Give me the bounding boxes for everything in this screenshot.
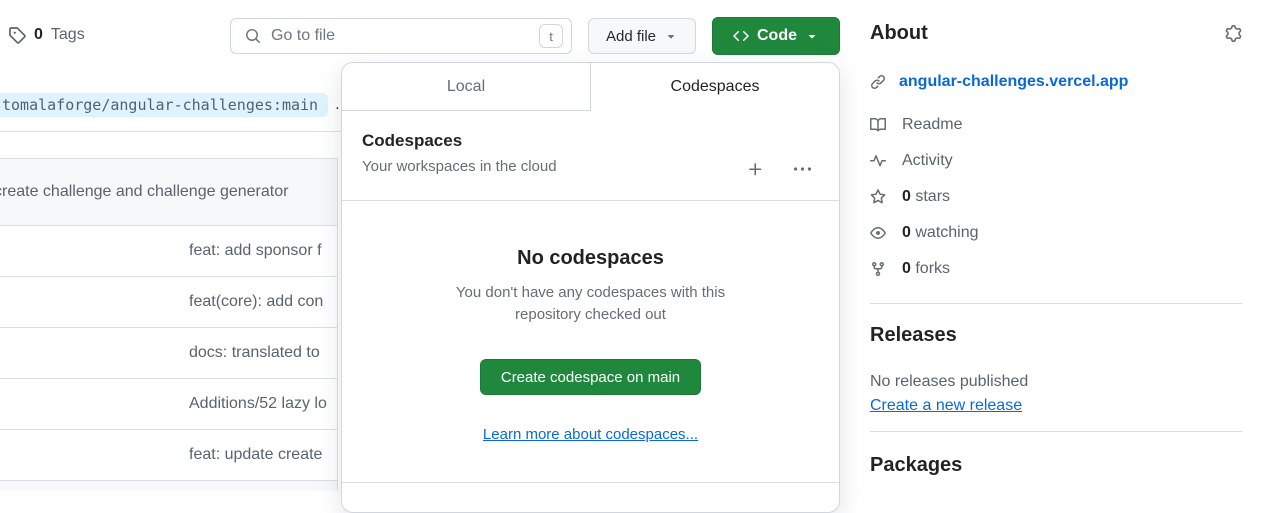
fork-icon [870,261,886,277]
tab-codespaces[interactable]: Codespaces [591,63,839,111]
book-icon [870,117,886,133]
stars-count: 0 [902,188,911,205]
repo-website-link[interactable]: angular-challenges.vercel.app [899,73,1128,91]
about-title: About [870,22,928,45]
search-input[interactable] [271,27,529,45]
gear-icon [1225,25,1242,42]
sidebar-item-label: Readme [902,116,962,134]
eye-icon [870,225,886,241]
tags-count: 0 [34,26,43,44]
sidebar-item-activity[interactable]: Activity [870,143,1242,179]
commit-message-link[interactable]: Additions/52 lazy lo [189,395,327,413]
commit-message-link[interactable]: feat: add sponsor f [189,242,322,260]
sidebar-divider [870,431,1242,432]
latest-commit-message[interactable]: create challenge and challenge generator [0,183,288,201]
banner-divider [0,131,341,132]
edit-repo-details-button[interactable] [1225,25,1242,42]
code-button-label: Code [757,27,797,45]
sidebar-divider [870,303,1242,304]
commit-message-link[interactable]: docs: translated to [189,344,320,362]
code-icon [733,28,749,44]
sidebar-item-readme[interactable]: Readme [870,107,1242,143]
releases-title: Releases [870,324,1242,347]
pulse-icon [870,153,886,169]
codespaces-title: Codespaces [362,131,557,151]
branch-banner: tomalaforge/angular-challenges:main . [0,93,340,117]
chevron-down-icon [664,29,678,43]
plus-icon [747,161,764,178]
code-dropdown-panel: Local Codespaces Codespaces Your workspa… [341,62,840,513]
table-row[interactable]: feat: update create [0,430,337,481]
tab-local-label: Local [447,78,485,96]
tags-link[interactable]: 0 Tags [8,26,85,44]
keyboard-shortcut-badge: t [539,24,563,48]
packages-title: Packages [870,454,1242,477]
commit-message-link[interactable]: feat: update create [189,446,322,464]
chevron-down-icon [805,29,819,43]
go-to-file-search[interactable]: t [230,18,572,54]
sidebar-item-stars[interactable]: 0 stars [870,179,1242,215]
table-row[interactable]: docs: translated to [0,328,337,379]
table-row[interactable]: feat(core): add con [0,277,337,328]
latest-commit-row[interactable]: create challenge and challenge generator [0,159,337,226]
create-release-link[interactable]: Create a new release [870,397,1022,415]
code-button[interactable]: Code [712,17,840,55]
link-icon [870,74,886,90]
codespaces-options-button[interactable] [794,161,811,178]
add-file-label: Add file [606,28,656,45]
forks-count: 0 [902,260,911,277]
table-row[interactable]: feat: add sponsor f [0,226,337,277]
tab-codespaces-label: Codespaces [671,78,760,96]
sidebar-item-forks[interactable]: 0 forks [870,251,1242,287]
sidebar-item-label: stars [915,188,950,205]
kebab-icon [794,161,811,178]
sidebar-item-label: forks [915,260,950,277]
banner-suffix: . [335,96,339,114]
create-codespace-button[interactable]: Create codespace on main [480,359,701,395]
commit-message-link[interactable]: feat(core): add con [189,293,323,311]
search-icon [245,28,261,44]
panel-footer-divider [342,482,839,483]
codespaces-subtitle: Your workspaces in the cloud [362,158,557,175]
tab-local[interactable]: Local [342,63,591,111]
add-file-button[interactable]: Add file [588,18,696,54]
watching-count: 0 [902,224,911,241]
tags-label: Tags [51,26,85,44]
repo-sidebar: About angular-challenges.vercel.app Read… [870,0,1242,477]
learn-more-link[interactable]: Learn more about codespaces... [483,426,698,443]
file-table: create challenge and challenge generator… [0,158,338,491]
table-row[interactable]: Additions/52 lazy lo [0,379,337,430]
code-dropdown-tabs: Local Codespaces [342,63,839,111]
codespaces-header: Codespaces Your workspaces in the cloud [342,111,839,201]
codespaces-empty-state: No codespaces You don't have any codespa… [342,247,839,444]
empty-state-title: No codespaces [342,247,839,270]
new-codespace-button[interactable] [747,161,764,178]
table-row-partial [0,481,337,491]
sidebar-item-label: Activity [902,152,953,170]
sidebar-item-watching[interactable]: 0 watching [870,215,1242,251]
branch-ref-chip: tomalaforge/angular-challenges:main [0,93,328,117]
releases-empty-text: No releases published [870,373,1242,391]
tag-icon [8,26,26,44]
sidebar-item-label: watching [915,224,978,241]
star-icon [870,189,886,205]
empty-state-description: You don't have any codespaces with this … [430,282,752,326]
